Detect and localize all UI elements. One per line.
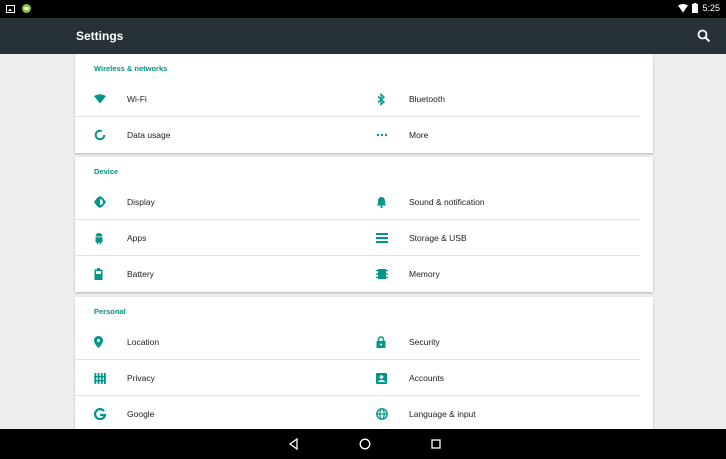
globe-icon xyxy=(376,407,400,421)
settings-item-label: Battery xyxy=(127,269,154,279)
settings-item-label: Google xyxy=(127,409,155,419)
settings-item-privacy[interactable]: Privacy xyxy=(75,364,358,392)
divider xyxy=(357,255,640,256)
category-title: Personal xyxy=(94,307,126,316)
divider xyxy=(75,395,358,396)
settings-item-label: More xyxy=(409,130,429,140)
divider xyxy=(75,359,358,360)
wifi-icon xyxy=(678,3,689,13)
app-bar: Settings xyxy=(0,18,726,54)
settings-item-battery[interactable]: Battery xyxy=(75,260,358,288)
divider xyxy=(75,219,358,220)
divider xyxy=(357,116,640,117)
divider xyxy=(75,116,358,117)
settings-item-display[interactable]: Display xyxy=(75,188,358,216)
settings-item-language-input[interactable]: Language & input xyxy=(357,400,640,428)
settings-item-label: Security xyxy=(409,337,440,347)
category-title: Device xyxy=(94,167,119,176)
settings-item-security[interactable]: Security xyxy=(357,328,640,356)
divider xyxy=(357,395,640,396)
android-notification-icon xyxy=(22,4,31,13)
settings-item-label: Storage & USB xyxy=(409,233,467,243)
settings-item-google[interactable]: Google xyxy=(75,400,358,428)
back-button[interactable] xyxy=(286,436,302,452)
settings-item-label: Sound & notification xyxy=(409,197,485,207)
settings-item-accounts[interactable]: Accounts xyxy=(357,364,640,392)
more-icon xyxy=(376,128,400,142)
settings-item-label: Bluetooth xyxy=(409,94,445,104)
section-personal: Personal Location Security Privacy Accou… xyxy=(75,297,653,429)
battery-icon xyxy=(692,3,699,13)
privacy-icon xyxy=(94,371,118,385)
location-icon xyxy=(94,335,118,349)
wifi-icon xyxy=(94,92,118,106)
image-notification-icon xyxy=(6,4,15,13)
divider xyxy=(357,219,640,220)
status-time: 5:25 xyxy=(702,3,720,13)
settings-item-data-usage[interactable]: Data usage xyxy=(75,121,358,149)
google-icon xyxy=(94,407,118,421)
recents-button[interactable] xyxy=(428,436,444,452)
settings-list[interactable]: Wireless & networks Wi-Fi Bluetooth Data… xyxy=(0,54,726,429)
search-icon xyxy=(696,28,712,44)
navigation-bar xyxy=(0,429,726,459)
home-button[interactable] xyxy=(357,436,373,452)
data-usage-icon xyxy=(94,128,118,142)
battery-icon xyxy=(94,267,118,281)
bell-icon xyxy=(376,195,400,209)
settings-item-label: Wi-Fi xyxy=(127,94,147,104)
settings-item-location[interactable]: Location xyxy=(75,328,358,356)
lock-icon xyxy=(376,335,400,349)
settings-item-storage-usb[interactable]: Storage & USB xyxy=(357,224,640,252)
bluetooth-icon xyxy=(376,92,400,106)
settings-item-bluetooth[interactable]: Bluetooth xyxy=(357,85,640,113)
settings-item-label: Display xyxy=(127,197,155,207)
home-icon xyxy=(357,436,373,452)
settings-item-label: Privacy xyxy=(127,373,155,383)
settings-item-label: Apps xyxy=(127,233,147,243)
category-title: Wireless & networks xyxy=(94,64,168,73)
android-icon xyxy=(94,231,118,245)
settings-item-memory[interactable]: Memory xyxy=(357,260,640,288)
page-title: Settings xyxy=(76,29,124,43)
settings-item-more[interactable]: More xyxy=(357,121,640,149)
back-icon xyxy=(286,436,302,452)
settings-item-label: Data usage xyxy=(127,130,171,140)
account-icon xyxy=(376,371,400,385)
memory-icon xyxy=(376,267,400,281)
settings-item-label: Accounts xyxy=(409,373,444,383)
display-icon xyxy=(94,195,118,209)
storage-icon xyxy=(376,231,400,245)
settings-item-apps[interactable]: Apps xyxy=(75,224,358,252)
settings-item-wifi[interactable]: Wi-Fi xyxy=(75,85,358,113)
section-wireless-networks: Wireless & networks Wi-Fi Bluetooth Data… xyxy=(75,54,653,153)
settings-item-label: Language & input xyxy=(409,409,476,419)
section-device: Device Display Sound & notification Apps xyxy=(75,157,653,292)
settings-item-sound-notification[interactable]: Sound & notification xyxy=(357,188,640,216)
search-button[interactable] xyxy=(696,28,712,44)
status-bar: 5:25 xyxy=(0,0,726,18)
settings-item-label: Location xyxy=(127,337,160,347)
recents-icon xyxy=(428,436,444,452)
divider xyxy=(357,359,640,360)
divider xyxy=(75,255,358,256)
settings-item-label: Memory xyxy=(409,269,440,279)
